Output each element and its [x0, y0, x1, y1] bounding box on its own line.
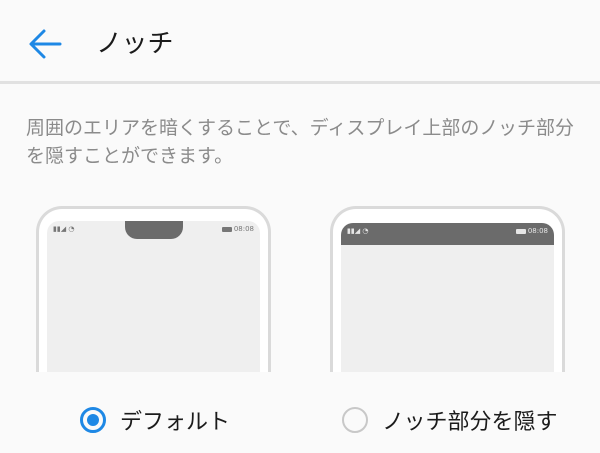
- status-time: 08:08: [233, 225, 254, 233]
- status-time: 08:08: [527, 227, 548, 235]
- preview-screen: ▮▮◢ ◔ 08:08: [47, 221, 260, 372]
- page-title: ノッチ: [96, 29, 174, 59]
- battery-icon: [515, 228, 526, 234]
- status-bar: ▮▮◢ ◔ 08:08: [47, 221, 260, 243]
- signal-icon: ▮▮◢ ◔: [53, 225, 75, 233]
- status-right: 08:08: [221, 225, 254, 233]
- notch-cutout: [124, 221, 183, 239]
- signal-icon: ▮▮◢ ◔: [347, 227, 369, 235]
- description-text: 周囲のエリアを暗くすることで、ディスプレイ上部のノッチ部分を隠すことができます。: [26, 117, 574, 167]
- preview-content: [341, 245, 554, 372]
- radio-unselected-icon[interactable]: [342, 407, 368, 433]
- app-header: ノッチ: [0, 0, 600, 82]
- header-divider: [0, 81, 600, 84]
- default-notch-preview[interactable]: ▮▮◢ ◔ 08:08: [36, 206, 271, 372]
- hidden-notch-preview[interactable]: ▮▮◢ ◔ 08:08: [330, 206, 565, 372]
- arrow-left-icon: [29, 29, 62, 59]
- preview-screen: ▮▮◢ ◔ 08:08: [341, 223, 554, 372]
- radio-selected-icon[interactable]: [80, 407, 106, 433]
- option-hide-notch-label: ノッチ部分を隠す: [382, 410, 558, 435]
- battery-icon: [221, 226, 232, 232]
- status-bar: ▮▮◢ ◔ 08:08: [341, 223, 554, 245]
- option-default-label: デフォルト: [120, 410, 231, 435]
- status-right: 08:08: [515, 227, 548, 235]
- option-default[interactable]: デフォルト: [80, 400, 230, 440]
- option-hide-notch[interactable]: ノッチ部分を隠す: [342, 400, 558, 440]
- back-button[interactable]: [22, 22, 66, 66]
